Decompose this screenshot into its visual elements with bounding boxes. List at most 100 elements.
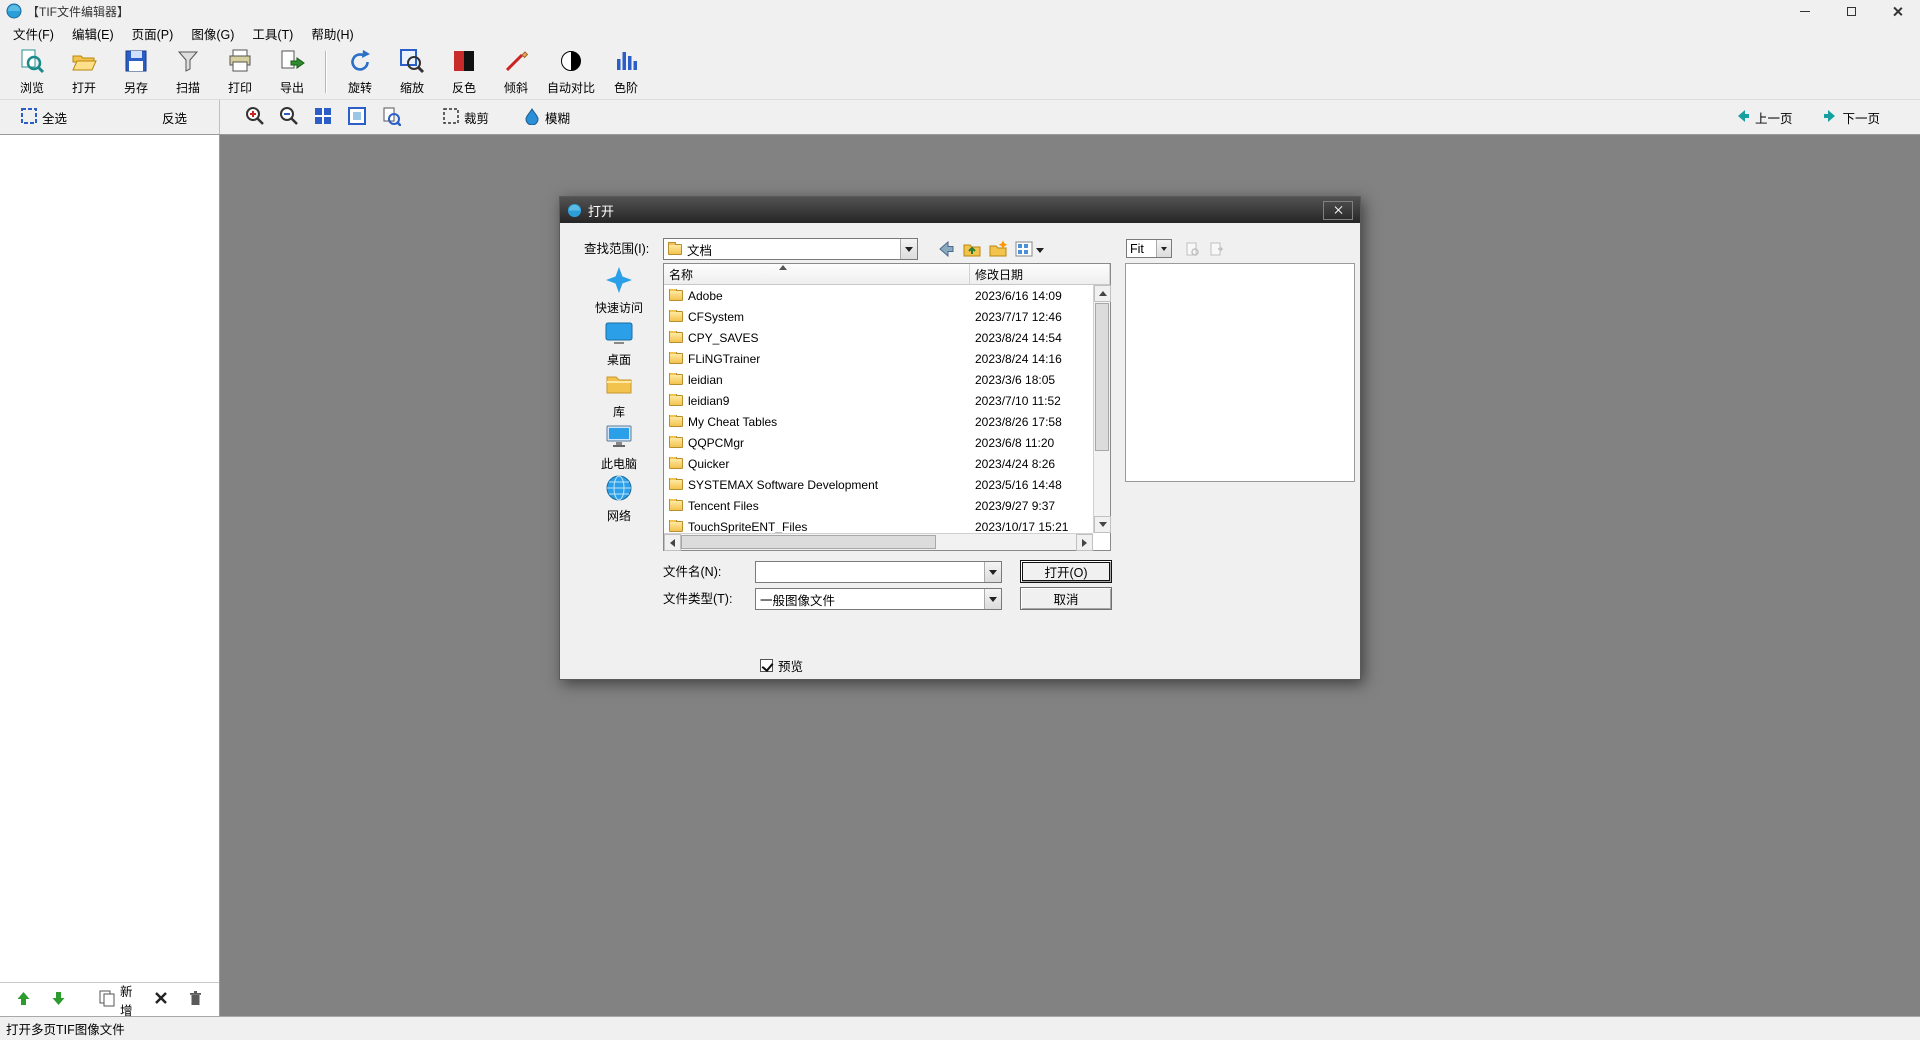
file-row[interactable]: leidian2023/3/6 18:05 [664, 369, 1093, 390]
export-button[interactable]: 导出 [266, 46, 318, 98]
file-row[interactable]: FLiNGTrainer2023/8/24 14:16 [664, 348, 1093, 369]
menu-page[interactable]: 页面(P) [123, 22, 183, 45]
menu-tools[interactable]: 工具(T) [243, 22, 302, 45]
horizontal-scroll-thumb[interactable] [681, 535, 936, 549]
fit-page-button[interactable] [310, 104, 336, 130]
prev-page-icon [1735, 108, 1751, 127]
column-header-date[interactable]: 修改日期 [970, 264, 1110, 284]
file-row[interactable]: My Cheat Tables2023/8/26 17:58 [664, 411, 1093, 432]
select-all-button[interactable]: 全选 [14, 103, 73, 132]
scroll-right-button[interactable] [1076, 534, 1093, 551]
crop-button[interactable]: 裁剪 [436, 103, 495, 132]
file-list-header: 名称 修改日期 [664, 264, 1110, 285]
file-row[interactable]: Tencent Files2023/9/27 9:37 [664, 495, 1093, 516]
open-button[interactable]: 打开 [58, 46, 110, 98]
file-row[interactable]: Adobe2023/6/16 14:09 [664, 285, 1093, 306]
new-folder-button[interactable] [986, 238, 1010, 262]
look-in-combobox[interactable]: 文档 [663, 238, 918, 260]
sidebar-item-desktop[interactable]: 桌面 [580, 317, 658, 369]
skew-button[interactable]: 倾斜 [490, 46, 542, 98]
preview-page-tool-button[interactable] [1182, 240, 1202, 260]
export-icon [279, 48, 305, 77]
zoom-in-button[interactable] [242, 104, 268, 130]
file-name-dropdown-button[interactable] [984, 562, 1001, 582]
levels-button[interactable]: 色阶 [600, 46, 652, 98]
back-button[interactable] [934, 238, 958, 262]
scan-button[interactable]: 扫描 [162, 46, 214, 98]
sidebar-item-network[interactable]: 网络 [580, 473, 658, 525]
file-row[interactable]: QQPCMgr2023/6/8 11:20 [664, 432, 1093, 453]
cancel-button[interactable]: 取消 [1020, 587, 1112, 610]
zoom-out-button[interactable] [276, 104, 302, 130]
print-icon [227, 48, 253, 77]
delete-page-button[interactable] [184, 987, 207, 1012]
file-row[interactable]: leidian92023/7/10 11:52 [664, 390, 1093, 411]
menu-edit[interactable]: 编辑(E) [63, 22, 123, 45]
file-row[interactable]: CPY_SAVES2023/8/24 14:54 [664, 327, 1093, 348]
file-type-combobox[interactable]: 一般图像文件 [755, 588, 1002, 610]
folder-icon [669, 332, 683, 343]
preview-next-icon [1208, 241, 1224, 260]
dialog-close-button[interactable] [1323, 201, 1353, 220]
auto-contrast-button[interactable]: 自动对比 [542, 46, 600, 98]
scroll-left-icon [670, 539, 675, 547]
file-row[interactable]: SYSTEMAX Software Development2023/5/16 1… [664, 474, 1093, 495]
preview-next-tool-button[interactable] [1206, 240, 1226, 260]
sidebar-item-quick-access[interactable]: 快速访问 [580, 265, 658, 317]
open-confirm-button[interactable]: 打开(O) [1020, 560, 1112, 583]
menu-image[interactable]: 图像(G) [182, 22, 243, 45]
file-type-dropdown-button[interactable] [984, 589, 1001, 609]
column-header-name[interactable]: 名称 [664, 264, 970, 284]
scroll-down-button[interactable] [1094, 516, 1111, 533]
prev-page-button[interactable]: 上一页 [1729, 104, 1799, 131]
trash-icon [188, 990, 203, 1009]
vertical-scrollbar[interactable] [1093, 285, 1110, 533]
open-file-dialog: 打开 查找范围(I): 文档 Fit 快速访问 [559, 196, 1361, 680]
file-row[interactable]: Quicker2023/4/24 8:26 [664, 453, 1093, 474]
minimize-button[interactable] [1782, 0, 1828, 22]
add-page-button[interactable]: 新增 [94, 978, 138, 1022]
horizontal-scrollbar[interactable] [664, 533, 1093, 550]
zoom-region-button[interactable] [378, 104, 404, 130]
vertical-scroll-thumb[interactable] [1095, 303, 1109, 451]
zoom-button[interactable]: 缩放 [386, 46, 438, 98]
this-pc-icon [604, 421, 634, 454]
preview-checkbox-label: 预览 [778, 656, 803, 675]
file-type-caret-icon [989, 597, 997, 602]
scroll-left-button[interactable] [664, 534, 681, 551]
new-folder-icon [988, 239, 1008, 262]
fit-width-button[interactable] [344, 104, 370, 130]
invert-icon [451, 48, 477, 77]
invert-button[interactable]: 反色 [438, 46, 490, 98]
browse-button[interactable]: 浏览 [6, 46, 58, 98]
sidebar-item-libraries[interactable]: 库 [580, 369, 658, 421]
file-name-combobox[interactable] [755, 561, 1002, 583]
rotate-button[interactable]: 旋转 [334, 46, 386, 98]
preview-checkbox[interactable] [760, 659, 773, 672]
preview-fit-combobox[interactable]: Fit [1126, 239, 1172, 258]
file-row[interactable]: TouchSpriteENT_Files2023/10/17 15:21 [664, 516, 1093, 533]
save-as-button[interactable]: 另存 [110, 46, 162, 98]
menu-file[interactable]: 文件(F) [4, 22, 63, 45]
move-up-button[interactable] [12, 988, 35, 1012]
scroll-up-button[interactable] [1094, 285, 1111, 302]
close-button[interactable] [1874, 0, 1920, 22]
blur-button[interactable]: 模糊 [517, 103, 576, 132]
thumbnail-list[interactable] [0, 135, 219, 982]
look-in-dropdown-button[interactable] [900, 239, 917, 259]
menu-help[interactable]: 帮助(H) [302, 22, 362, 45]
next-page-button[interactable]: 下一页 [1816, 104, 1886, 131]
up-one-level-button[interactable] [960, 238, 984, 262]
thumbnail-toolbar: 新增 [0, 982, 219, 1016]
zoom-out-icon [279, 106, 299, 129]
sidebar-item-this-pc[interactable]: 此电脑 [580, 421, 658, 473]
folder-icon [669, 374, 683, 385]
maximize-button[interactable] [1828, 0, 1874, 22]
remove-page-button[interactable] [150, 988, 172, 1011]
fit-dropdown-button[interactable] [1156, 240, 1171, 257]
invert-selection-button[interactable]: 反选 [156, 104, 193, 131]
view-menu-button[interactable] [1012, 238, 1046, 262]
file-row[interactable]: CFSystem2023/7/17 12:46 [664, 306, 1093, 327]
move-down-button[interactable] [47, 988, 70, 1012]
print-button[interactable]: 打印 [214, 46, 266, 98]
